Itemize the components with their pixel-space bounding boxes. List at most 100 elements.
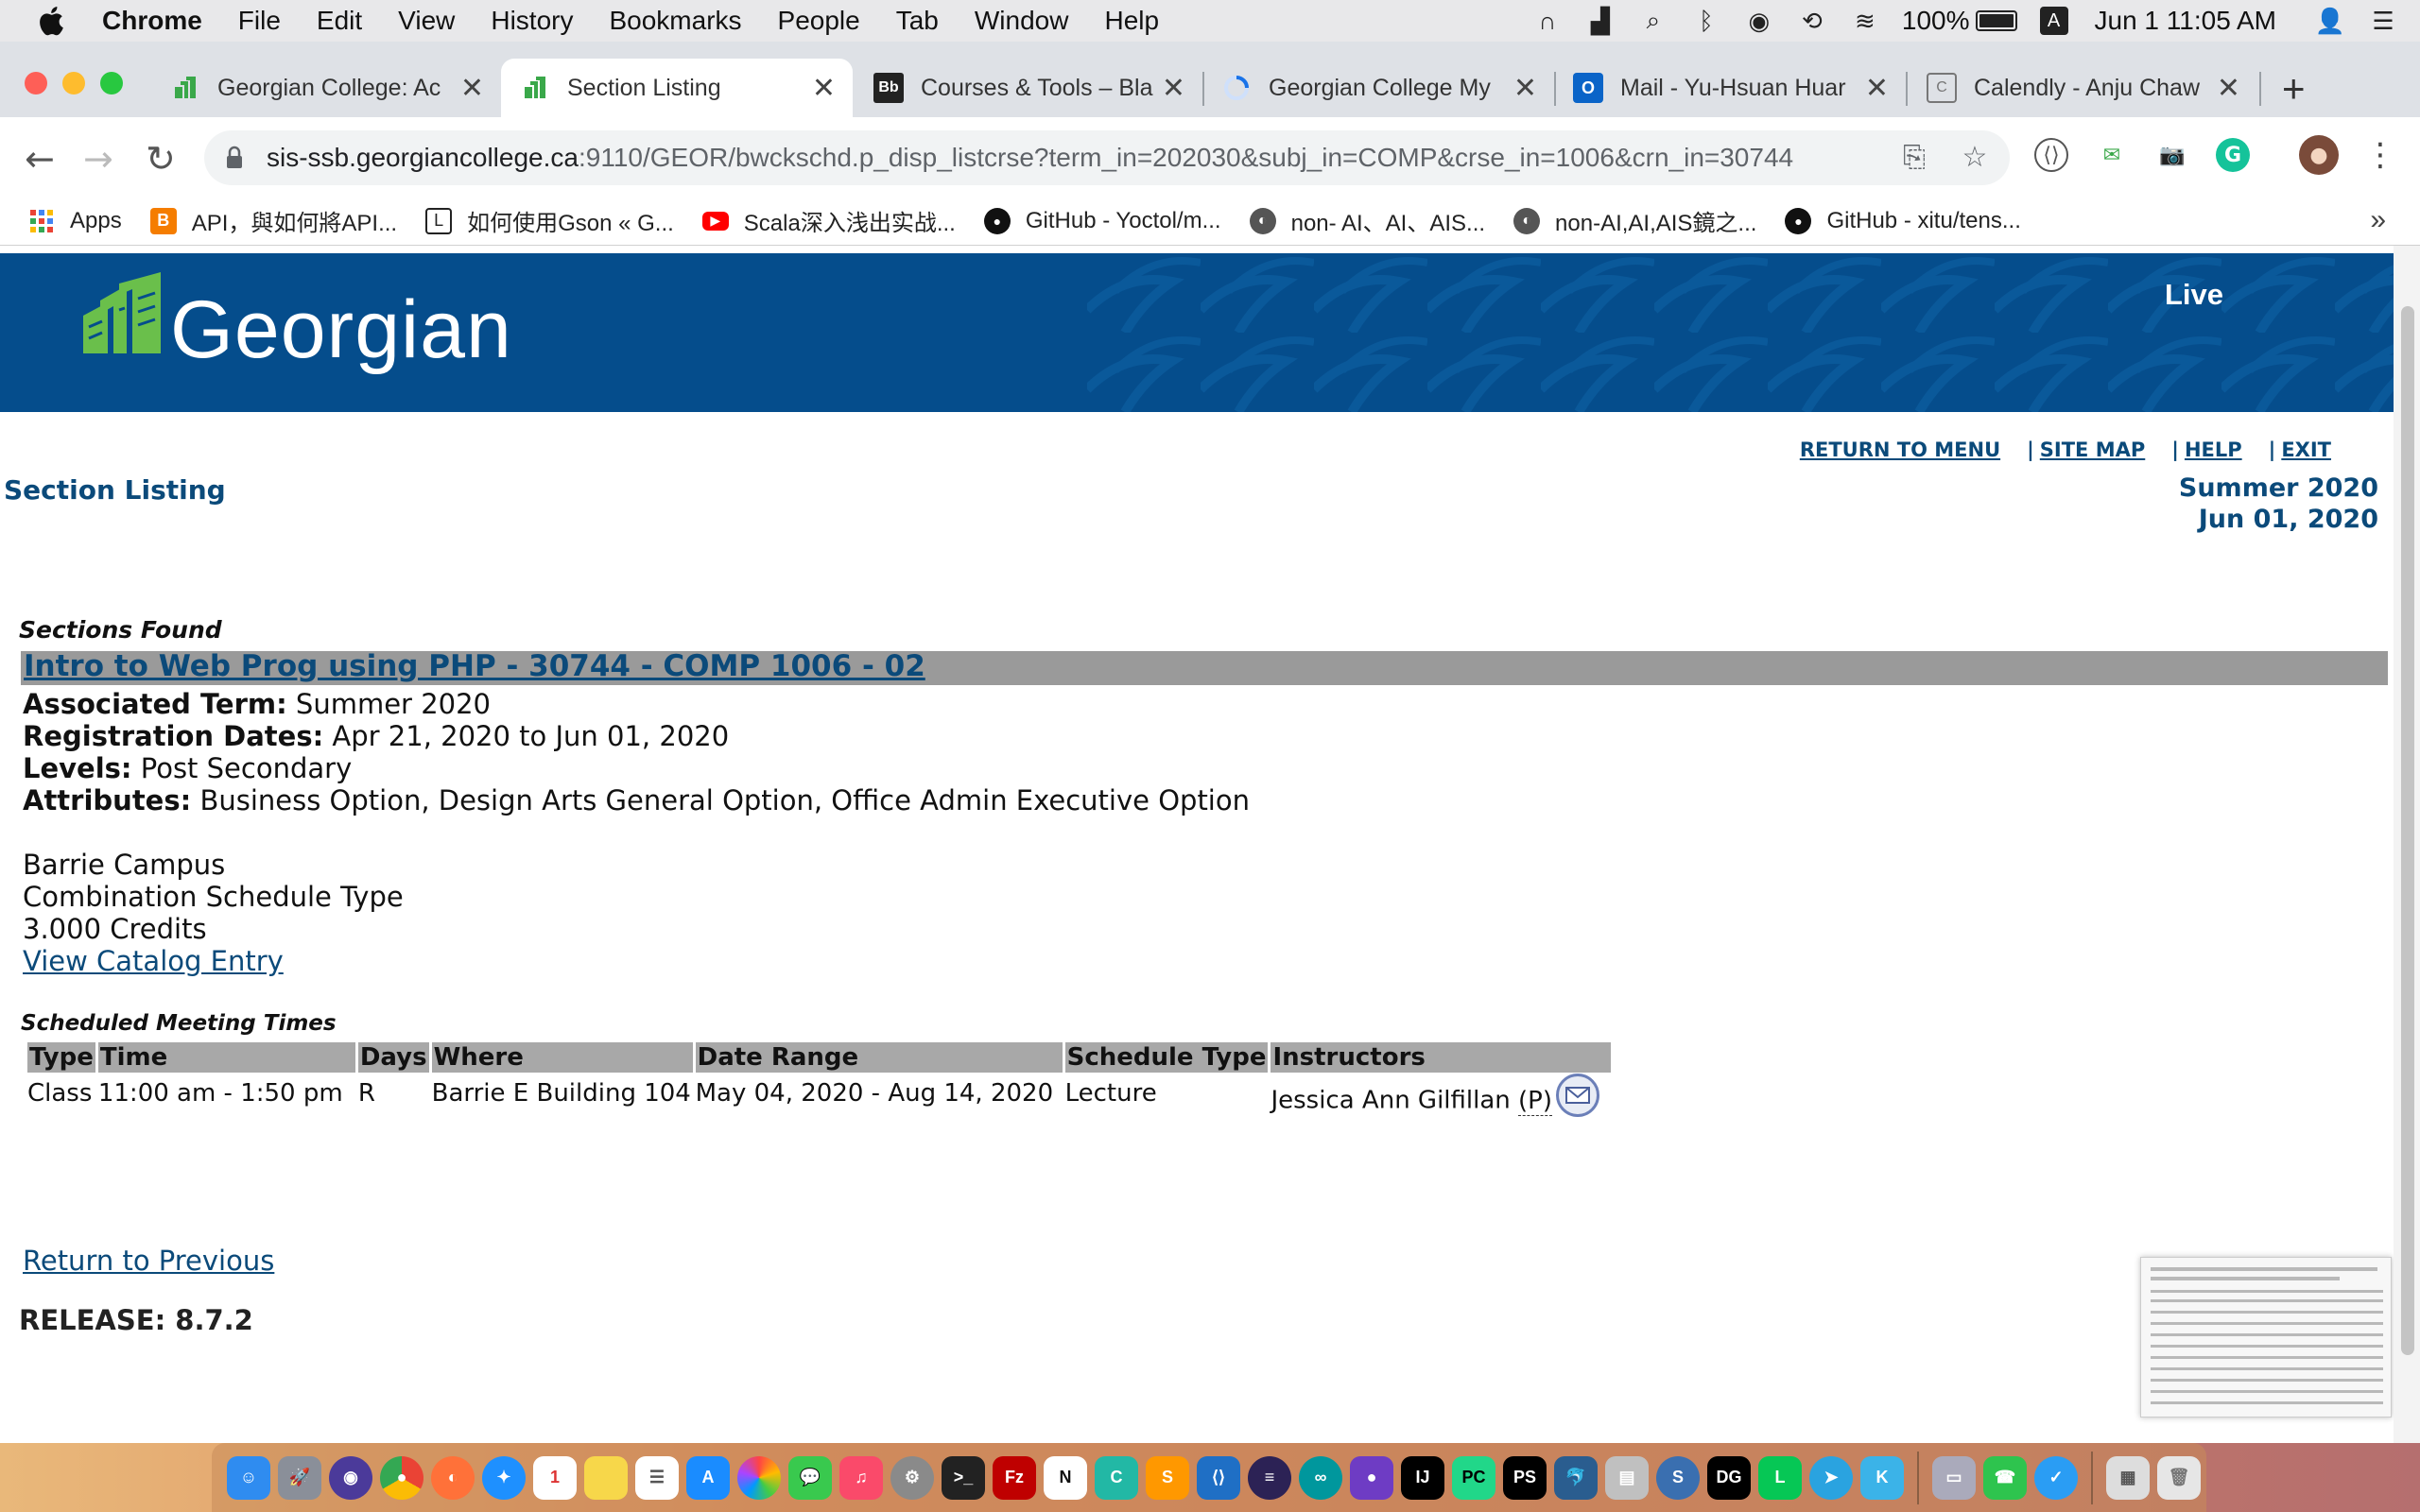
profile-avatar[interactable]: ● (2299, 135, 2339, 175)
safari-icon[interactable]: ✦ (482, 1455, 526, 1500)
menu-history[interactable]: History (491, 6, 573, 36)
sequel-icon[interactable]: S (1656, 1455, 1700, 1500)
siri-icon[interactable]: ◉ (1743, 7, 1775, 35)
bookmark-star-icon[interactable]: ☆ (1959, 142, 1991, 174)
bookmark-non-ai-1[interactable]: ◐ non- AI、AI、AIS... (1249, 204, 1485, 237)
close-tab-icon[interactable]: ✕ (812, 72, 836, 105)
close-tab-icon[interactable]: ✕ (1162, 72, 1185, 105)
calendar-icon[interactable]: 1 (533, 1455, 577, 1500)
back-arrow-icon[interactable]: ← (25, 138, 55, 180)
lock-icon[interactable] (225, 146, 244, 170)
tab-courses-tools[interactable]: Bb Courses & Tools – Bla ✕ (853, 59, 1202, 117)
user-icon[interactable]: 👤 (2314, 7, 2346, 35)
trash-icon[interactable]: 🗑 (2157, 1455, 2201, 1500)
close-window-button[interactable] (25, 72, 47, 94)
menu-bookmarks[interactable]: Bookmarks (609, 6, 741, 36)
extension-code-icon[interactable]: ⟨⟩ (2034, 138, 2068, 172)
apple-logo-icon[interactable] (36, 4, 70, 38)
clion-icon[interactable]: C (1095, 1455, 1138, 1500)
tab-section-listing[interactable]: Section Listing ✕ (501, 59, 853, 117)
terminal-icon[interactable]: >_ (942, 1455, 985, 1500)
music-icon[interactable]: ♫ (839, 1455, 883, 1500)
datagrip-icon[interactable]: DG (1707, 1455, 1751, 1500)
notes-icon[interactable] (584, 1455, 628, 1500)
bookmark-github-yoctol[interactable]: ● GitHub - Yoctol/m... (983, 207, 1221, 234)
minimize-window-button[interactable] (62, 72, 85, 94)
vscode-icon[interactable]: ⟨⟩ (1197, 1455, 1240, 1500)
telegram-icon[interactable]: ➤ (1809, 1455, 1853, 1500)
menu-edit[interactable]: Edit (317, 6, 362, 36)
menu-app-name[interactable]: Chrome (102, 6, 202, 36)
github-desktop-icon[interactable]: ● (1350, 1455, 1393, 1500)
spotlight-search-icon[interactable]: ⌕ (1637, 6, 1669, 35)
menu-tab[interactable]: Tab (896, 6, 939, 36)
email-instructor-icon[interactable] (1556, 1074, 1599, 1117)
menu-file[interactable]: File (238, 6, 281, 36)
headphones-icon[interactable]: ∩ (1531, 7, 1564, 35)
facetime-icon[interactable]: ☎ (1983, 1455, 2027, 1500)
messages-icon[interactable]: 💬 (788, 1455, 832, 1500)
menubar-clock[interactable]: Jun 1 11:05 AM (2095, 6, 2277, 36)
siri-dock-icon[interactable]: ◉ (329, 1455, 372, 1500)
address-bar[interactable]: sis-ssb.georgiancollege.ca:9110/GEOR/bwc… (204, 130, 2010, 185)
finder-icon[interactable]: ☺ (227, 1455, 270, 1500)
menu-view[interactable]: View (398, 6, 455, 36)
notion-icon[interactable]: N (1044, 1455, 1087, 1500)
battery-status[interactable]: 100% (1902, 6, 2017, 36)
mysql-workbench-icon[interactable]: 🐬 (1554, 1455, 1598, 1500)
new-tab-button[interactable]: + (2282, 66, 2306, 112)
tab-calendly[interactable]: C Calendly - Anju Chaw ✕ (1908, 59, 2257, 117)
bookmark-apps[interactable]: Apps (28, 208, 122, 234)
tab-georgian-my[interactable]: Georgian College My ✕ (1204, 59, 1554, 117)
kite-icon[interactable]: K (1860, 1455, 1904, 1500)
line-icon[interactable]: L (1758, 1455, 1802, 1500)
translate-icon[interactable]: ⎘ (1898, 142, 1930, 174)
wifi-icon[interactable]: ≋ (1849, 7, 1881, 35)
reminders-icon[interactable]: ☰ (635, 1455, 679, 1500)
bookmarks-overflow-icon[interactable]: » (2370, 204, 2386, 236)
bluetooth-icon[interactable]: ᛒ (1690, 7, 1722, 35)
close-tab-icon[interactable]: ✕ (2217, 72, 2240, 105)
launchpad-icon[interactable]: 🚀 (278, 1455, 321, 1500)
filezilla-icon[interactable]: Fz (993, 1455, 1036, 1500)
bookmark-non-ai-2[interactable]: ◐ non-AI,AI,AIS鏡之... (1513, 204, 1756, 237)
extension-mail-check-icon[interactable]: ✉ (2095, 138, 2129, 172)
photos-icon[interactable] (737, 1455, 781, 1500)
reload-icon[interactable]: ↻ (146, 138, 176, 180)
arduino-icon[interactable]: ∞ (1299, 1455, 1342, 1500)
intellij-icon[interactable]: IJ (1401, 1455, 1444, 1500)
pycharm-icon[interactable]: PC (1452, 1455, 1495, 1500)
section-title-link[interactable]: Intro to Web Prog using PHP - 30744 - CO… (24, 649, 925, 683)
sublime-text-icon[interactable]: S (1146, 1455, 1189, 1500)
phpstorm-icon[interactable]: PS (1503, 1455, 1547, 1500)
extension-camera-icon[interactable]: 📷 (2155, 138, 2189, 172)
return-to-previous-link[interactable]: Return to Previous (23, 1245, 274, 1277)
firefox-icon[interactable]: ◐ (431, 1455, 475, 1500)
view-catalog-entry-link[interactable]: View Catalog Entry (23, 945, 284, 977)
time-machine-icon[interactable]: ⟲ (1796, 7, 1828, 35)
screenshot-thumbnail[interactable] (2140, 1257, 2392, 1418)
utility-icon[interactable]: ✓ (2034, 1455, 2078, 1500)
menu-people[interactable]: People (778, 6, 860, 36)
tab-georgian-college[interactable]: Georgian College: Ac ✕ (151, 59, 501, 117)
menu-help[interactable]: Help (1104, 6, 1159, 36)
bookmark-github-xitu[interactable]: ● GitHub - xitu/tens... (1785, 207, 2021, 234)
bookmark-gson[interactable]: L 如何使用Gson « G... (425, 204, 674, 237)
input-source-icon[interactable]: A (2039, 7, 2068, 35)
downloads-folder-icon[interactable]: ▦ (2106, 1455, 2150, 1500)
vertical-scrollbar[interactable] (2394, 246, 2420, 1443)
grammarly-icon[interactable]: G (2216, 138, 2250, 172)
window-manager-icon[interactable]: ▟ (1584, 7, 1616, 35)
tab-mail[interactable]: O Mail - Yu-Hsuan Huar ✕ (1556, 59, 1906, 117)
app-store-icon[interactable]: A (686, 1455, 730, 1500)
maximize-window-button[interactable] (100, 72, 123, 94)
bookmark-blogger[interactable]: B API，與如何將API... (149, 204, 397, 237)
forward-arrow-icon[interactable]: → (83, 138, 113, 180)
close-tab-icon[interactable]: ✕ (1513, 72, 1537, 105)
scrollbar-thumb[interactable] (2401, 306, 2414, 1355)
notification-center-icon[interactable]: ☰ (2367, 7, 2399, 35)
close-tab-icon[interactable]: ✕ (1865, 72, 1889, 105)
system-preferences-icon[interactable]: ⚙ (890, 1455, 934, 1500)
database-icon[interactable]: ▤ (1605, 1455, 1649, 1500)
chrome-menu-icon[interactable]: ⋮ (2363, 136, 2397, 174)
